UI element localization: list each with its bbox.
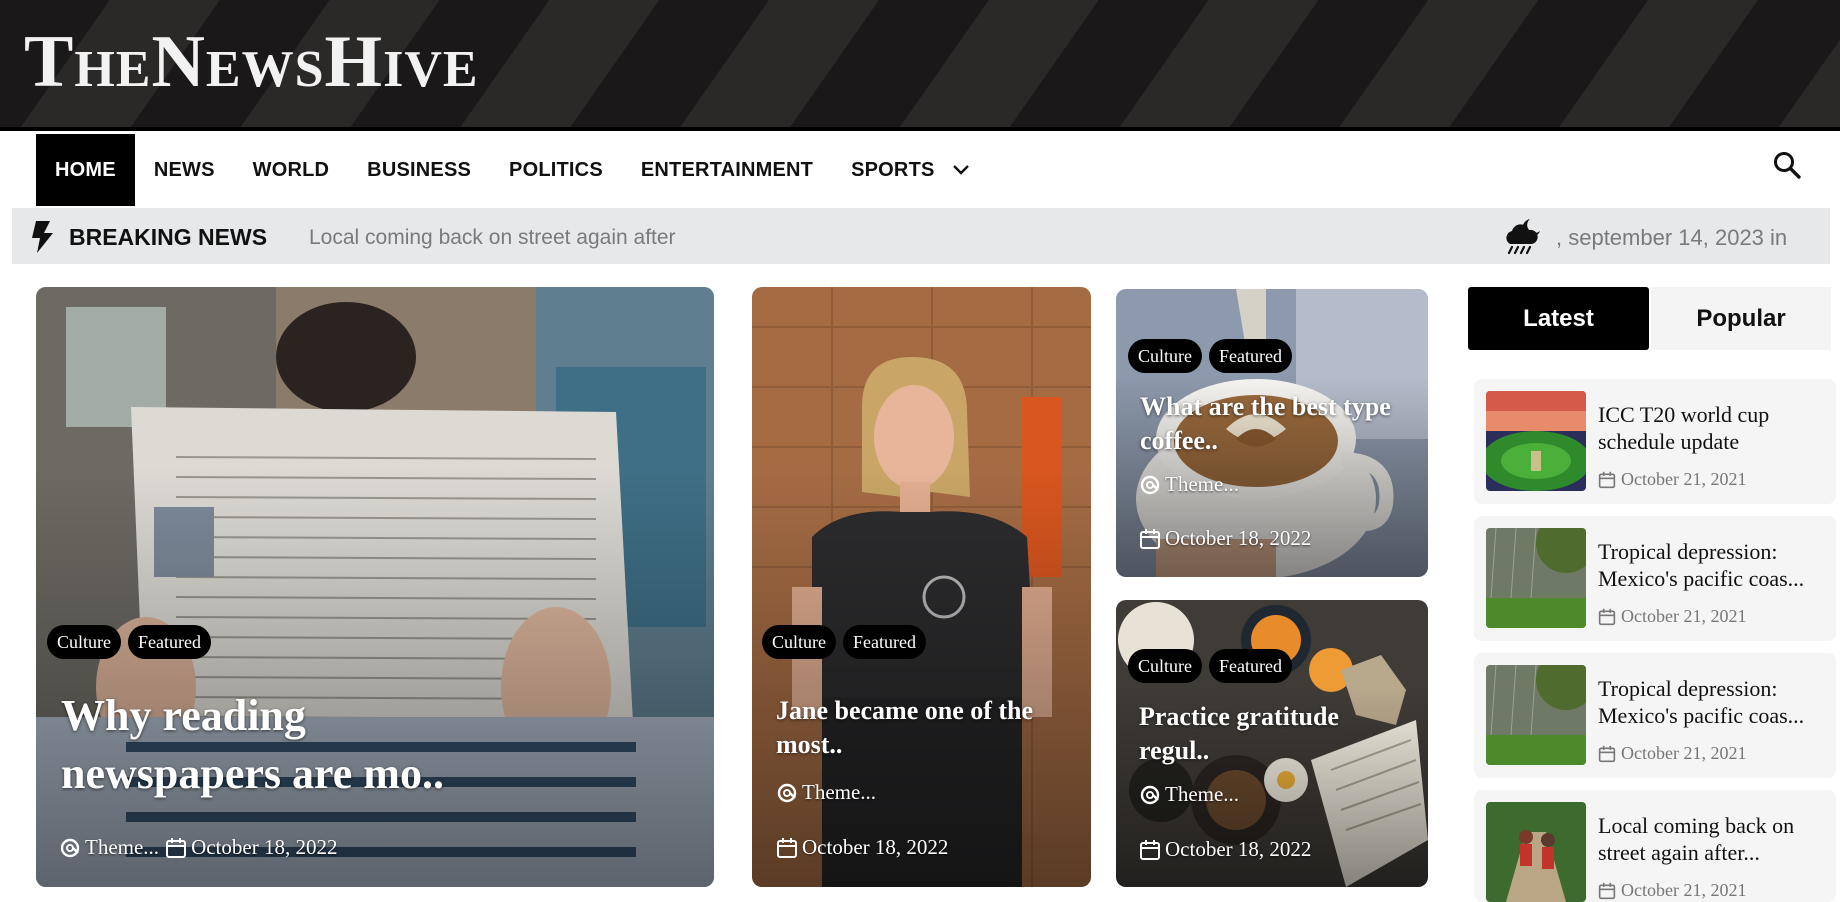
nav-item-sports-label: SPORTS [851,158,935,181]
tab-latest[interactable]: Latest [1468,287,1649,350]
card-tags: Culture Featured [1128,649,1292,683]
card-date-row: October 18, 2022 [1139,526,1311,551]
card-tags: Culture Featured [47,625,211,659]
card-author[interactable]: Theme... [802,780,876,805]
author-icon [1139,474,1161,496]
tag-featured[interactable]: Featured [843,625,926,659]
card-title[interactable]: Practice gratitude regul.. [1139,700,1399,768]
card-author[interactable]: Theme... [1165,472,1239,497]
search-icon[interactable] [1772,150,1802,180]
nav-item-home[interactable]: HOME [36,134,135,206]
card-date-row: October 18, 2022 [776,835,948,860]
latest-item-date: October 21, 2021 [1621,469,1747,489]
calendar-icon [1598,608,1616,626]
featured-card-4[interactable]: Culture Featured Practice gratitude regu… [1116,600,1428,887]
night-rain-cloud-icon [1502,216,1544,256]
calendar-icon [776,837,798,859]
card-author-row: Theme... [1139,782,1239,807]
featured-card-3[interactable]: Culture Featured What are the best type … [1116,289,1428,577]
thumbnail-cyclists [1486,802,1586,902]
tag-culture[interactable]: Culture [47,625,121,659]
calendar-icon [1598,471,1616,489]
tag-featured[interactable]: Featured [128,625,211,659]
featured-card-1[interactable]: Culture Featured Why reading newspapers … [36,287,714,887]
nav-item-politics[interactable]: POLITICS [490,134,622,206]
latest-item-title[interactable]: Local coming back on street again after.… [1598,812,1830,866]
weather-dateline: , september 14, 2023 in [1556,225,1788,250]
card-date: October 18, 2022 [1165,526,1312,550]
tag-featured[interactable]: Featured [1209,339,1292,373]
card-author[interactable]: Theme... [85,835,159,860]
card-date: October 18, 2022 [1165,837,1312,861]
latest-list-item[interactable]: Tropical depression: Mexico's pacific co… [1474,653,1836,778]
latest-item-date: October 21, 2021 [1621,880,1747,900]
card-meta: Theme... October 18, 2022 [59,835,337,860]
calendar-icon [1598,745,1616,763]
breaking-news-ticker[interactable]: Local coming back on street again after [309,226,676,250]
latest-item-title[interactable]: Tropical depression: Mexico's pacific co… [1598,538,1830,592]
featured-card-2[interactable]: Culture Featured Jane became one of the … [752,287,1091,887]
author-icon [1139,784,1161,806]
latest-item-date: October 21, 2021 [1621,743,1747,763]
card-title[interactable]: Why reading newspapers are mo.. [61,687,531,803]
latest-item-title[interactable]: Tropical depression: Mexico's pacific co… [1598,675,1830,729]
nav-item-sports[interactable]: SPORTS [832,134,989,206]
card-title[interactable]: Jane became one of the most.. [776,694,1076,762]
latest-list-item[interactable]: Local coming back on street again after.… [1474,790,1836,902]
latest-item-title[interactable]: ICC T20 world cup schedule update [1598,401,1830,455]
calendar-icon [1139,839,1161,861]
nav-item-entertainment[interactable]: ENTERTAINMENT [622,134,832,206]
author-icon [59,837,81,859]
card-date: October 18, 2022 [802,835,949,859]
site-header: TheNewsHive [0,0,1840,131]
author-icon [776,782,798,804]
lightning-bolt-icon [28,220,58,254]
card-tags: Culture Featured [1128,339,1292,373]
card-tags: Culture Featured [762,625,926,659]
card-author[interactable]: Theme... [1165,782,1239,807]
latest-item-date: October 21, 2021 [1621,606,1747,626]
latest-list-item[interactable]: ICC T20 world cup schedule update Octobe… [1474,379,1836,504]
latest-item-date-row: October 21, 2021 [1598,469,1746,490]
thumbnail-rain-forest [1486,665,1586,765]
tag-featured[interactable]: Featured [1209,649,1292,683]
card-author-row: Theme... [1139,472,1239,497]
thumbnail-rain-forest [1486,528,1586,628]
nav-item-business[interactable]: BUSINESS [348,134,490,206]
latest-item-date-row: October 21, 2021 [1598,880,1746,901]
calendar-icon [1598,882,1616,900]
breaking-news-bar: BREAKING NEWS Local coming back on stree… [12,208,1830,264]
main-nav: HOME NEWS WORLD BUSINESS POLITICS ENTERT… [36,134,990,206]
breaking-news-label: BREAKING NEWS [69,224,268,250]
thumbnail-stadium [1486,391,1586,491]
latest-item-date-row: October 21, 2021 [1598,743,1746,764]
card-author-row: Theme... [776,780,876,805]
tag-culture[interactable]: Culture [1128,649,1202,683]
nav-item-world[interactable]: WORLD [234,134,349,206]
calendar-icon [165,837,187,859]
card-date: October 18, 2022 [191,835,338,859]
site-logo[interactable]: TheNewsHive [24,22,479,102]
chevron-down-icon[interactable] [952,163,971,177]
latest-item-date-row: October 21, 2021 [1598,606,1746,627]
tab-popular[interactable]: Popular [1651,287,1831,350]
nav-item-news[interactable]: NEWS [135,134,234,206]
card-title[interactable]: What are the best type coffee.. [1140,390,1400,458]
calendar-icon [1139,528,1161,550]
tag-culture[interactable]: Culture [1128,339,1202,373]
tag-culture[interactable]: Culture [762,625,836,659]
latest-list-item[interactable]: Tropical depression: Mexico's pacific co… [1474,516,1836,641]
card-date-row: October 18, 2022 [1139,837,1311,862]
